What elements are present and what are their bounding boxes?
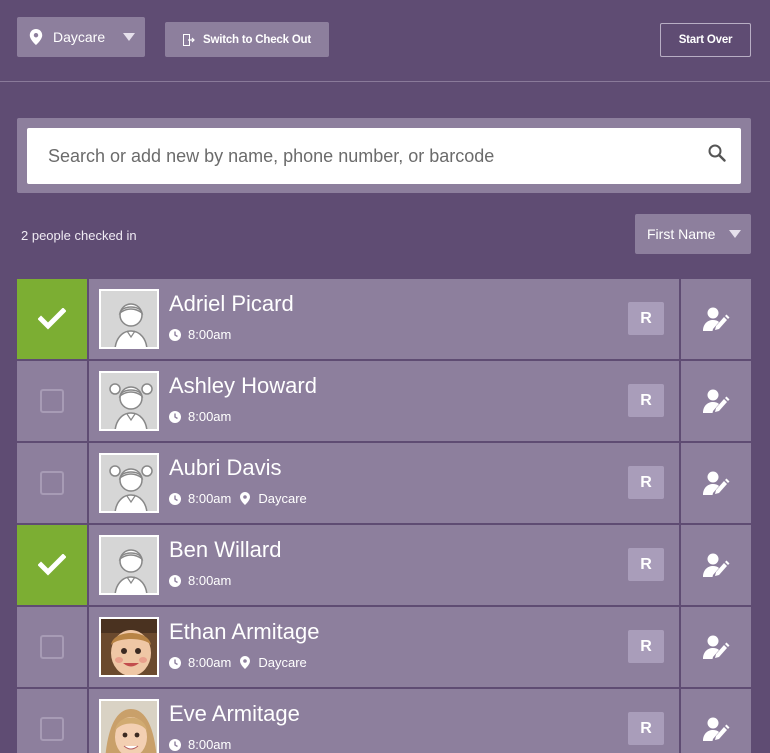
person-meta: 8:00am: [169, 573, 231, 588]
edit-person-icon: [703, 635, 730, 659]
checkbox[interactable]: [40, 471, 64, 495]
edit-person-button[interactable]: [681, 361, 751, 441]
location-pin-icon: [240, 656, 251, 669]
checkmark-icon: [38, 308, 66, 330]
sort-label: First Name: [647, 226, 716, 242]
person-row: Ben Willard 8:00am R: [17, 525, 751, 605]
checkin-time: 8:00am: [188, 327, 232, 342]
edit-person-button[interactable]: [681, 525, 751, 605]
location-pin-icon: [29, 29, 43, 45]
location-label: Daycare: [53, 29, 106, 45]
checkbox[interactable]: [40, 389, 64, 413]
person-name: Ashley Howard: [169, 373, 317, 398]
edit-person-button[interactable]: [681, 689, 751, 753]
checked-in-count: 2 people checked in: [21, 228, 137, 243]
start-over-button[interactable]: Start Over: [660, 23, 751, 57]
checkin-time: 8:00am: [188, 655, 232, 670]
edit-person-icon: [703, 389, 730, 413]
person-meta: 8:00am: [169, 327, 231, 342]
checkin-toggle[interactable]: [17, 279, 87, 359]
registration-badge[interactable]: R: [628, 302, 664, 335]
person-meta: 8:00am Daycare: [169, 655, 307, 670]
start-over-label: Start Over: [678, 34, 733, 46]
clock-icon: [169, 410, 181, 423]
person-meta: 8:00am: [169, 409, 231, 424]
avatar: [99, 371, 159, 431]
top-bar: Daycare Switch to Check Out Start Over: [0, 0, 770, 82]
clock-icon: [169, 328, 181, 341]
person-row: Aubri Davis 8:00am Daycare R: [17, 443, 751, 523]
avatar: [99, 617, 159, 677]
registration-badge[interactable]: R: [628, 548, 664, 581]
checkin-time: 8:00am: [188, 573, 232, 588]
person-card[interactable]: Eve Armitage 8:00am R: [89, 689, 679, 753]
search-input[interactable]: [27, 128, 741, 184]
person-name: Ben Willard: [169, 537, 282, 562]
checkin-toggle[interactable]: [17, 607, 87, 687]
location-select[interactable]: Daycare: [17, 17, 145, 57]
registration-badge[interactable]: R: [628, 712, 664, 745]
person-name: Ethan Armitage: [169, 619, 320, 644]
registration-badge[interactable]: R: [628, 630, 664, 663]
person-card[interactable]: Aubri Davis 8:00am Daycare R: [89, 443, 679, 523]
checkin-toggle[interactable]: [17, 525, 87, 605]
avatar: [99, 535, 159, 595]
person-row: Adriel Picard 8:00am R: [17, 279, 751, 359]
clock-icon: [169, 492, 181, 505]
search-icon[interactable]: [708, 144, 726, 162]
checkin-time: 8:00am: [188, 737, 232, 752]
edit-person-button[interactable]: [681, 607, 751, 687]
exit-icon: [183, 33, 195, 46]
switch-label: Switch to Check Out: [203, 33, 312, 46]
person-card[interactable]: Ethan Armitage 8:00am Daycare R: [89, 607, 679, 687]
person-card[interactable]: Adriel Picard 8:00am R: [89, 279, 679, 359]
edit-person-icon: [703, 553, 730, 577]
person-row: Ethan Armitage 8:00am Daycare R: [17, 607, 751, 687]
clock-icon: [169, 738, 181, 751]
checkin-toggle[interactable]: [17, 689, 87, 753]
person-row: Eve Armitage 8:00am R: [17, 689, 751, 753]
checkbox[interactable]: [40, 635, 64, 659]
chevron-down-icon: [123, 33, 135, 41]
edit-person-button[interactable]: [681, 443, 751, 523]
sort-select[interactable]: First Name: [635, 214, 751, 254]
person-name: Eve Armitage: [169, 701, 300, 726]
person-row: Ashley Howard 8:00am R: [17, 361, 751, 441]
avatar: [99, 453, 159, 513]
checkin-toggle[interactable]: [17, 361, 87, 441]
search-panel: [17, 118, 751, 193]
person-name: Adriel Picard: [169, 291, 294, 316]
edit-person-icon: [703, 307, 730, 331]
checkin-time: 8:00am: [188, 491, 232, 506]
avatar: [99, 699, 159, 753]
checkin-time: 8:00am: [188, 409, 232, 424]
person-location: Daycare: [258, 655, 307, 670]
edit-person-icon: [703, 717, 730, 741]
chevron-down-icon: [729, 230, 741, 238]
person-meta: 8:00am Daycare: [169, 491, 307, 506]
checkbox[interactable]: [40, 717, 64, 741]
person-meta: 8:00am: [169, 737, 231, 752]
avatar: [99, 289, 159, 349]
location-pin-icon: [240, 492, 251, 505]
checkmark-icon: [38, 554, 66, 576]
registration-badge[interactable]: R: [628, 466, 664, 499]
checkin-toggle[interactable]: [17, 443, 87, 523]
registration-badge[interactable]: R: [628, 384, 664, 417]
clock-icon: [169, 656, 181, 669]
edit-person-button[interactable]: [681, 279, 751, 359]
switch-to-checkout-button[interactable]: Switch to Check Out: [165, 22, 329, 57]
person-location: Daycare: [258, 491, 307, 506]
edit-person-icon: [703, 471, 730, 495]
person-name: Aubri Davis: [169, 455, 282, 480]
person-card[interactable]: Ben Willard 8:00am R: [89, 525, 679, 605]
people-list: Adriel Picard 8:00am R Ashley Howard 8:0…: [17, 279, 751, 753]
person-card[interactable]: Ashley Howard 8:00am R: [89, 361, 679, 441]
clock-icon: [169, 574, 181, 587]
